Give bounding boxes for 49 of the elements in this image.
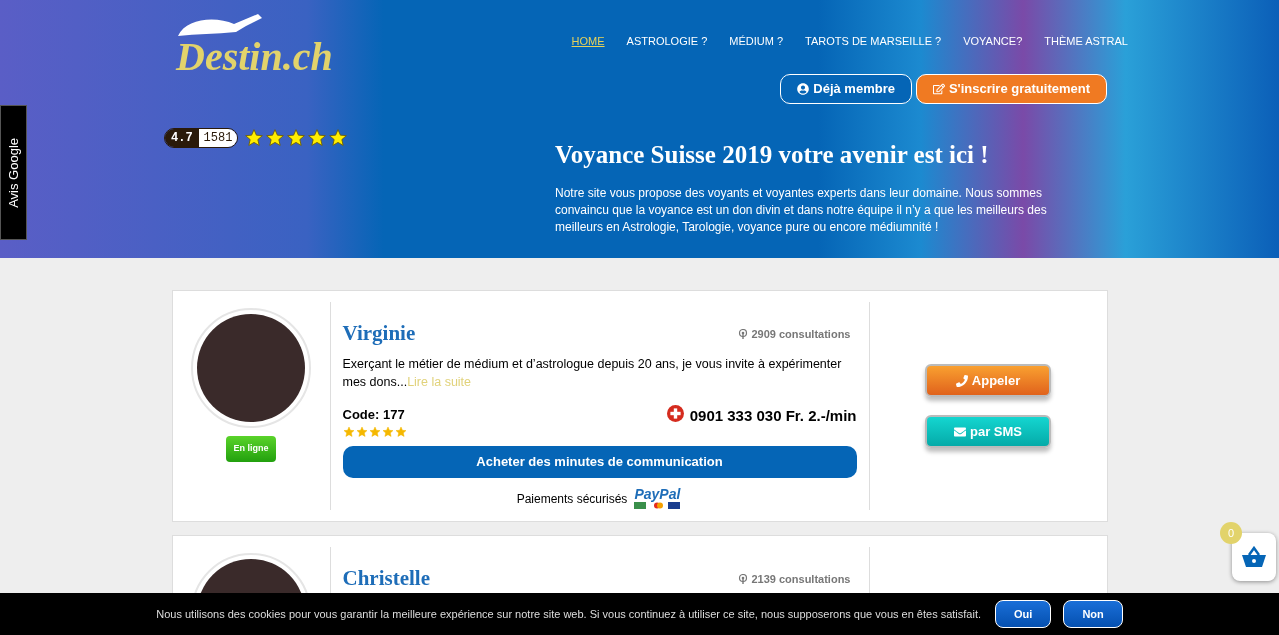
star-icon <box>286 128 307 148</box>
payment-label: Paiements sécurisés <box>516 490 628 508</box>
star-icon <box>307 128 328 148</box>
hero-intro: Notre site vous propose des voyants et voyantes experts dans leur domaine. Nous sommes convaincu que la voyance est un don divin et dans notre équipe il n’y a que les meilleurs des meilleurs en Astrologie, Tarologie, voyance pure ou encore médiumnité ! <box>555 185 1048 236</box>
basket-icon <box>1241 546 1267 568</box>
profile-name[interactable]: Christelle <box>342 563 430 595</box>
star-icon <box>328 128 349 148</box>
consultation-count: 2909 consultations <box>751 326 851 342</box>
phone-icon <box>955 374 968 387</box>
signup-button[interactable]: S'inscrire gratuitement <box>915 73 1107 104</box>
phone-rate: 0901 333 030 Fr. 2.-/min <box>689 405 857 426</box>
site-logo[interactable]: Destin.ch <box>176 34 337 80</box>
envelope-icon <box>954 425 966 438</box>
star-icon <box>394 426 407 438</box>
user-icon <box>797 82 810 95</box>
status-badge: En ligne <box>226 436 276 462</box>
star-icon <box>368 426 381 438</box>
podcast-icon <box>738 328 749 339</box>
nav-link[interactable]: MÉDIUM ? <box>729 33 784 50</box>
login-button[interactable]: Déjà membre <box>780 73 912 104</box>
consultation-count: 2139 consultations <box>751 571 851 587</box>
profile-description: Exerçant le métier de médium et d’astrologue depuis 20 ans, je vous invite à expérimenter mes dons...Lire la suite <box>342 355 843 391</box>
profile-code: Code: 177 <box>342 405 406 424</box>
edit-icon <box>932 82 945 95</box>
hero-headline: Voyance Suisse 2019 votre avenir est ici ! <box>555 139 990 170</box>
rating-badge: 4.7 1581 <box>164 128 239 148</box>
star-icon <box>381 426 394 438</box>
call-button[interactable]: Appeler <box>925 364 1051 397</box>
swiss-flag-icon <box>666 404 684 422</box>
accept-button[interactable]: Oui <box>995 600 1052 628</box>
google-reviews-tab[interactable]: Avis Google <box>0 105 27 240</box>
star-icon <box>265 128 286 148</box>
nav-link[interactable]: VOYANCE? <box>963 33 1023 50</box>
cart-count-badge: 0 <box>1220 522 1242 544</box>
cart-button[interactable] <box>1232 533 1276 581</box>
star-icon <box>244 128 265 148</box>
cookie-message: Nous utilisons des cookies pour vous garantir la meilleure expérience sur notre site web. Si vous continuez à utiliser ce site, nous supposerons que vous en êtes satisfait. <box>156 606 982 622</box>
profile-name[interactable]: Virginie <box>342 318 416 350</box>
buy-minutes-button[interactable]: Acheter des minutes de communication <box>342 446 857 478</box>
nav-link[interactable]: THÈME ASTRAL <box>1044 33 1128 50</box>
podcast-icon <box>738 573 749 584</box>
nav-link[interactable]: ASTROLOGIE ? <box>626 33 708 50</box>
paypal-logo: PayPal <box>632 487 683 510</box>
card-logos-icon <box>632 501 683 510</box>
star-icon <box>342 426 355 438</box>
decline-button[interactable]: Non <box>1063 600 1123 628</box>
nav-link[interactable]: HOME <box>571 33 605 50</box>
star-icon <box>355 426 368 438</box>
nav-link[interactable]: TAROTS DE MARSEILLE ? <box>805 33 942 50</box>
